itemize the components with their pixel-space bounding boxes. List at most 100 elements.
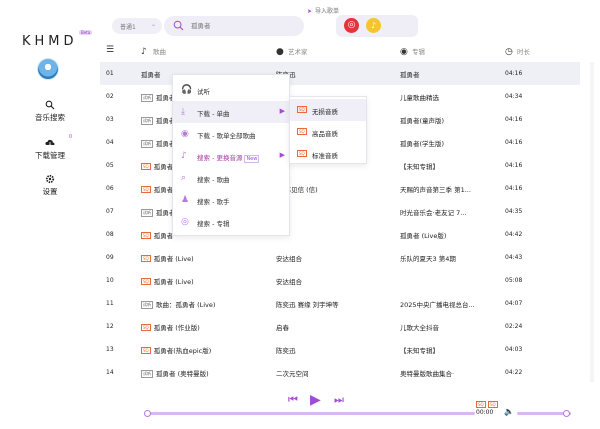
volume-icon[interactable]: 🔈 bbox=[504, 407, 514, 416]
row-index: 08 bbox=[106, 231, 114, 238]
context-menu-label: 搜索 - 歌曲 bbox=[197, 176, 230, 184]
quality-badge[interactable]: SQ bbox=[488, 401, 498, 408]
row-album[interactable]: 孤勇者 bbox=[400, 69, 420, 79]
row-title: 试听 孤勇者 bbox=[141, 209, 176, 217]
context-menu-item[interactable]: ⌕ 搜索 - 歌曲 bbox=[173, 167, 289, 189]
row-index: 14 bbox=[106, 369, 114, 376]
context-menu-item[interactable]: ◎ 搜索 - 专辑 bbox=[173, 211, 289, 233]
row-album[interactable]: 儿歌大全抖音 bbox=[400, 322, 439, 332]
row-title: 试听 歌曲：孤勇者 (Live) bbox=[141, 301, 216, 309]
qq-music-icon[interactable]: ♪ bbox=[366, 18, 381, 33]
header-title[interactable]: ♪ 歌曲 bbox=[141, 46, 166, 57]
quality-option[interactable]: SQ 标准音质 bbox=[290, 143, 366, 165]
quality-option[interactable]: SQ 无损音质 bbox=[290, 99, 366, 121]
context-menu: 🎧 试听 ⤓ 下载 - 单曲 ▶ ◉ 下载 - 歌单全部歌曲 ♪ 搜索 - 更换音源 Ne… bbox=[172, 74, 290, 236]
row-duration: 04:16 bbox=[505, 185, 523, 192]
quality-tag: 试听 bbox=[141, 94, 153, 102]
sidebar: KHMD Beta 音乐搜索 下载管理 0 设置 bbox=[0, 0, 100, 429]
row-artist[interactable]: 陈奕迅 赛缘 刘宇坤等 bbox=[276, 299, 339, 309]
row-duration: 04:16 bbox=[505, 139, 523, 146]
row-album[interactable]: 孤勇者(童声版) bbox=[400, 115, 444, 125]
progress-bar[interactable] bbox=[147, 412, 475, 415]
table-row[interactable]: 13 SQ 孤勇者(热血epic版) 陈奕迅 【未知专辑】 04:03 bbox=[100, 338, 580, 361]
row-index: 12 bbox=[106, 323, 114, 330]
context-menu-label: 下载 - 单曲 bbox=[197, 110, 230, 118]
topbar: 普通1 ⌄ ➤导入歌单 ◎ ♪ bbox=[100, 0, 600, 40]
row-album[interactable]: 孤勇者(学生版) bbox=[400, 138, 444, 148]
row-album[interactable]: 奥特曼版歌曲集合· bbox=[400, 368, 454, 378]
quality-option[interactable]: SQ 高品音质 bbox=[290, 121, 366, 143]
row-title: SQ 孤勇者 (Live) bbox=[141, 255, 194, 263]
row-album[interactable]: 时光音乐会·老友记 7... bbox=[400, 207, 466, 217]
quality-tag: SQ bbox=[141, 232, 151, 239]
import-sources-panel: ◎ ♪ bbox=[336, 15, 418, 37]
progress-knob[interactable] bbox=[144, 410, 151, 417]
table-row[interactable]: 10 SQ 孤勇者 (Live) 安达组合 05:08 bbox=[100, 269, 580, 292]
row-artist[interactable]: 二次元空间 bbox=[276, 368, 309, 378]
quality-tag: 试听 bbox=[141, 301, 153, 309]
gear-icon bbox=[45, 174, 55, 184]
netease-music-icon[interactable]: ◎ bbox=[344, 18, 359, 33]
context-menu-item[interactable]: ◉ 下载 - 歌单全部歌曲 bbox=[173, 123, 289, 145]
quality-tag: SQ bbox=[141, 255, 151, 262]
sidebar-item-download-manager[interactable]: 下载管理 0 bbox=[30, 134, 72, 161]
sidebar-item-music-search[interactable]: 音乐搜索 bbox=[30, 100, 70, 123]
album-icon: ◎ bbox=[181, 217, 189, 227]
row-duration: 04:03 bbox=[505, 346, 523, 353]
app-logo: KHMD bbox=[22, 34, 78, 49]
download-icon: ⤓ bbox=[181, 107, 185, 117]
table-row[interactable]: 14 试听 孤勇者 (奥特曼版) 二次元空间 奥特曼版歌曲集合· 04:22 bbox=[100, 361, 580, 384]
row-album[interactable]: 孤勇者 (Live版) bbox=[400, 230, 446, 240]
search-input[interactable] bbox=[191, 20, 299, 32]
new-badge: New bbox=[244, 155, 260, 163]
row-album[interactable]: 儿童歌曲精选 bbox=[400, 92, 439, 102]
scrollbar[interactable] bbox=[590, 62, 594, 382]
row-duration: 04:35 bbox=[505, 208, 523, 215]
row-album[interactable]: 乐队的夏天3 第4期 bbox=[400, 253, 456, 263]
row-title: SQ 孤勇者 bbox=[141, 163, 174, 171]
next-button[interactable]: ⏭ bbox=[334, 394, 344, 406]
previous-button[interactable]: ⏮ bbox=[288, 394, 298, 406]
header-album[interactable]: ◉ 专辑 bbox=[400, 46, 425, 57]
row-artist[interactable]: 陈奕迅 bbox=[276, 345, 296, 355]
context-menu-item[interactable]: ♪ 搜索 - 更换音源 New ▶ bbox=[173, 145, 289, 167]
header-duration[interactable]: ◷ 时长 bbox=[505, 46, 530, 57]
row-duration: 04:34 bbox=[505, 93, 523, 100]
row-title: 孤勇者 bbox=[141, 71, 161, 79]
row-artist[interactable]: 启春 bbox=[276, 322, 289, 332]
quality-tag: SQ bbox=[141, 186, 151, 193]
quality-badge[interactable]: SQ bbox=[476, 401, 486, 408]
table-row[interactable]: 09 SQ 孤勇者 (Live) 安达组合 乐队的夏天3 第4期 04:43 bbox=[100, 246, 580, 269]
clock-icon: ◷ bbox=[505, 46, 513, 57]
quality-tag: 试听 bbox=[141, 370, 153, 378]
import-playlist-button[interactable]: ➤ 导入歌单 bbox=[307, 6, 339, 15]
source-select-value: 普通1 bbox=[120, 24, 136, 31]
row-duration: 04:42 bbox=[505, 231, 523, 238]
header-artist[interactable]: ● 艺术家 bbox=[276, 46, 308, 57]
context-menu-item[interactable]: ⤓ 下载 - 单曲 ▶ bbox=[173, 101, 289, 123]
disc-icon: ◉ bbox=[400, 46, 408, 57]
sidebar-item-settings[interactable]: 设置 bbox=[30, 174, 70, 197]
table-row[interactable]: 11 试听 歌曲：孤勇者 (Live) 陈奕迅 赛缘 刘宇坤等 2025中央广播电… bbox=[100, 292, 580, 315]
context-menu-item[interactable]: ♟ 搜索 - 歌手 bbox=[173, 189, 289, 211]
avatar[interactable] bbox=[37, 58, 59, 80]
context-menu-label: 搜索 - 歌手 bbox=[197, 198, 230, 206]
current-time: 00:00 bbox=[476, 409, 494, 416]
row-album[interactable]: 【未知专辑】 bbox=[400, 345, 439, 355]
volume-knob[interactable] bbox=[562, 410, 570, 417]
table-row[interactable]: 12 SQ 孤勇者 (作业版) 启春 儿歌大全抖音 02:24 bbox=[100, 315, 580, 338]
play-button[interactable]: ▶ bbox=[310, 393, 321, 407]
music-note-icon: ♪ bbox=[181, 151, 187, 161]
context-menu-item[interactable]: 🎧 试听 bbox=[173, 79, 289, 101]
row-index: 13 bbox=[106, 346, 114, 353]
row-index: 01 bbox=[106, 70, 114, 77]
row-album[interactable]: 2025中央广播电视总台... bbox=[400, 299, 475, 309]
header-index-icon[interactable]: ☰ bbox=[106, 46, 118, 55]
row-artist[interactable]: 安达组合 bbox=[276, 253, 302, 263]
row-album[interactable]: 【未知专辑】 bbox=[400, 161, 439, 171]
row-artist[interactable]: 安达组合 bbox=[276, 276, 302, 286]
row-title: 试听 孤勇者 bbox=[141, 140, 176, 148]
row-album[interactable]: 天赐的声音第三季 第1... bbox=[400, 184, 471, 194]
source-select[interactable]: 普通1 ⌄ bbox=[112, 18, 162, 34]
submenu-arrow-icon: ▶ bbox=[279, 151, 285, 159]
